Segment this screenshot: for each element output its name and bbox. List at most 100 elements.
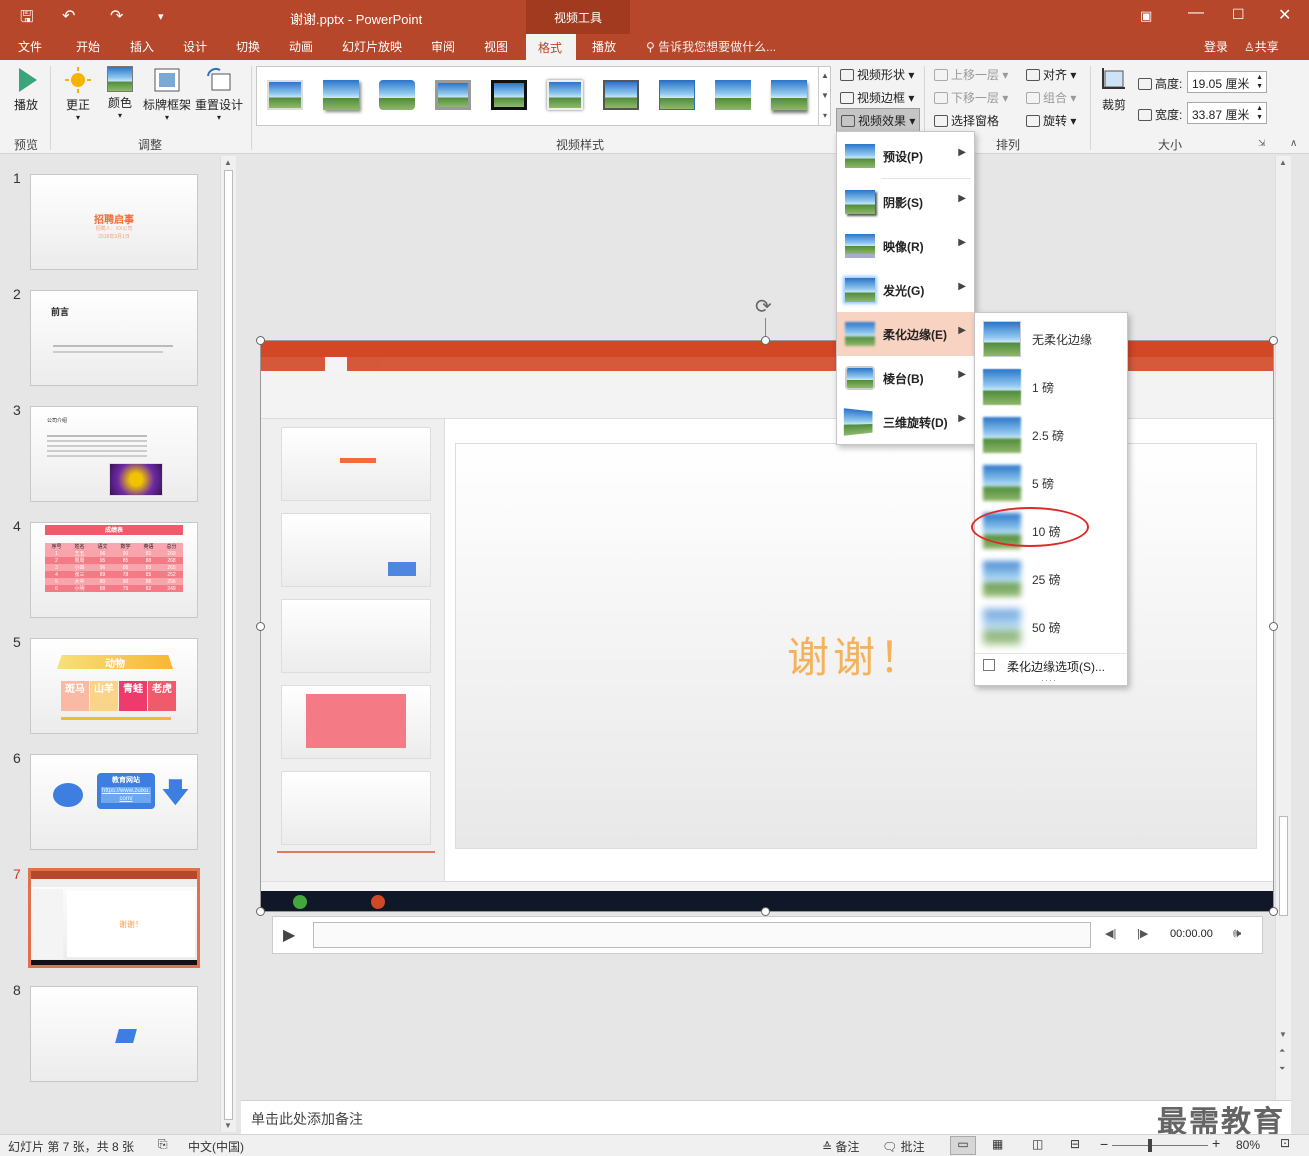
close-icon[interactable]: ✕ xyxy=(1278,5,1291,25)
zoom-slider-thumb[interactable] xyxy=(1148,1139,1152,1152)
volume-icon[interactable]: 🕪 xyxy=(1233,925,1241,941)
skip-forward-icon[interactable]: |▶ xyxy=(1137,927,1148,940)
effect-reflection[interactable]: 映像(R) ▶ xyxy=(837,224,974,268)
soft-edge-option-none[interactable]: 无柔化边缘 xyxy=(975,315,1127,363)
play-icon[interactable]: ▶ xyxy=(283,925,295,945)
effect-shadow[interactable]: 阴影(S) ▶ xyxy=(837,180,974,224)
video-style-option[interactable] xyxy=(543,76,587,114)
video-shape-button[interactable]: 视频形状 ▾ xyxy=(840,66,914,83)
rotate-handle-icon[interactable]: ⟳ xyxy=(755,294,772,319)
video-style-option[interactable] xyxy=(655,76,699,114)
corrections-button[interactable]: 更正 ▾ xyxy=(60,66,96,122)
soft-edge-options[interactable]: 柔化边缘选项(S)... xyxy=(981,657,1121,677)
slide-thumbnail-6[interactable]: 教育网站 https://www.zuixu.com/ 🡇 xyxy=(30,754,198,850)
menu-playback[interactable]: 播放 xyxy=(592,38,616,55)
soft-edge-option-10pt[interactable]: 10 磅 xyxy=(971,507,1127,555)
menu-home[interactable]: 开始 xyxy=(76,38,100,55)
collapse-ribbon-icon[interactable]: ∧ xyxy=(1290,138,1297,149)
save-icon[interactable]: 🖫 xyxy=(20,6,34,33)
soft-edge-option-1pt[interactable]: 1 磅 xyxy=(975,363,1127,411)
slide-thumbnail-7[interactable]: 谢谢！ xyxy=(28,868,200,968)
zoom-in-icon[interactable]: + xyxy=(1212,1135,1220,1151)
resize-handle[interactable] xyxy=(1269,336,1278,345)
slide-thumbnail-3[interactable]: 公司介绍 xyxy=(30,406,198,502)
soft-edge-option-2-5pt[interactable]: 2.5 磅 xyxy=(975,411,1127,459)
gallery-scroll[interactable]: ▲ ▼ ▾ xyxy=(818,66,831,126)
menu-file[interactable]: 文件 xyxy=(18,38,42,55)
zoom-slider[interactable] xyxy=(1112,1145,1208,1146)
resize-handle[interactable] xyxy=(256,907,265,916)
menu-slideshow[interactable]: 幻灯片放映 xyxy=(342,38,402,55)
video-style-option[interactable] xyxy=(487,76,531,114)
slide-thumbnail-1[interactable]: 招聘启事 招聘人：XX公司 2018年3月1日 xyxy=(30,174,198,270)
comments-toggle[interactable]: 🗨 批注 xyxy=(882,1138,925,1155)
login-link[interactable]: 登录 xyxy=(1204,38,1228,55)
prev-slide-icon[interactable]: ⏶ xyxy=(1279,1046,1285,1056)
menu-review[interactable]: 审阅 xyxy=(431,38,455,55)
rotate-button[interactable]: 旋转 ▾ xyxy=(1026,112,1076,129)
thumbnail-scrollbar[interactable]: ▲ ▼ xyxy=(220,156,236,1132)
poster-frame-button[interactable]: 标牌框架 ▾ xyxy=(142,66,192,122)
effect-bevel[interactable]: 棱台(B) ▶ xyxy=(837,356,974,400)
video-border-button[interactable]: 视频边框 ▾ xyxy=(840,89,914,106)
video-style-option[interactable] xyxy=(319,76,363,114)
video-style-option[interactable] xyxy=(599,76,643,114)
resize-handle[interactable] xyxy=(1269,622,1278,631)
notes-pane[interactable]: 单击此处添加备注 最需教育 xyxy=(241,1100,1291,1139)
scroll-up-icon[interactable]: ▲ xyxy=(1279,158,1287,167)
video-style-option[interactable] xyxy=(375,76,419,114)
customize-qat-icon[interactable]: ▾ xyxy=(158,10,164,23)
resize-handle[interactable] xyxy=(761,336,770,345)
slide-thumbnail-4[interactable]: 成绩表 序号 姓名 语文 数学 英语 总分 1 王五 96 90 81 269 2 周周 95 85 88 26… xyxy=(30,522,198,618)
maximize-icon[interactable]: ☐ xyxy=(1232,6,1245,23)
slide-thumbnail-5[interactable]: 动物 斑马 山羊 青蛙 老虎 xyxy=(30,638,198,734)
resize-grip-icon[interactable]: ···· xyxy=(1041,675,1057,685)
video-style-option[interactable] xyxy=(711,76,755,114)
effect-3d-rotation[interactable]: 三维旋转(D) ▶ xyxy=(837,400,974,444)
video-style-option[interactable] xyxy=(767,76,811,114)
reset-design-button[interactable]: 重置设计 ▾ xyxy=(194,66,244,122)
height-input[interactable]: 19.05 厘米 ▲ ▼ xyxy=(1187,71,1267,93)
send-backward-button[interactable]: 下移一层 ▾ xyxy=(934,89,1008,106)
menu-insert[interactable]: 插入 xyxy=(130,38,154,55)
crop-button[interactable]: 裁剪 xyxy=(1096,66,1132,113)
tab-format[interactable]: 格式 xyxy=(526,34,576,60)
scroll-down-icon[interactable]: ▼ xyxy=(1279,1030,1287,1039)
effect-glow[interactable]: 发光(G) ▶ xyxy=(837,268,974,312)
next-slide-icon[interactable]: ⏷ xyxy=(1279,1064,1285,1074)
zoom-level[interactable]: 80% xyxy=(1236,1138,1260,1152)
resize-handle[interactable] xyxy=(256,336,265,345)
video-style-option[interactable] xyxy=(263,76,307,114)
zoom-out-icon[interactable]: − xyxy=(1100,1136,1108,1152)
scroll-up-icon[interactable]: ▲ xyxy=(224,158,232,167)
color-button[interactable]: 颜色 ▾ xyxy=(102,66,138,120)
reading-view-icon[interactable]: ◫ xyxy=(1032,1137,1043,1151)
slide-sorter-icon[interactable]: ▦ xyxy=(992,1137,1003,1151)
ribbon-display-icon[interactable]: ▣ xyxy=(1140,8,1152,24)
media-timeline[interactable] xyxy=(313,922,1091,948)
selection-pane-button[interactable]: 选择窗格 xyxy=(934,112,999,129)
video-effects-button[interactable]: 视频效果 ▾ xyxy=(836,108,921,133)
slide-thumbnail-2[interactable]: 前言 xyxy=(30,290,198,386)
undo-icon[interactable]: ↶ xyxy=(62,6,75,26)
slideshow-view-icon[interactable]: ⊟ xyxy=(1070,1137,1080,1151)
resize-handle[interactable] xyxy=(1269,907,1278,916)
skip-back-icon[interactable]: ◀| xyxy=(1105,927,1116,940)
effect-soft-edges[interactable]: 柔化边缘(E) ▶ xyxy=(837,312,974,356)
notes-toggle[interactable]: ≙ 备注 xyxy=(822,1138,859,1155)
minimize-icon[interactable]: — xyxy=(1188,4,1204,22)
menu-transitions[interactable]: 切换 xyxy=(236,38,260,55)
effect-preset[interactable]: 预设(P) ▶ xyxy=(837,134,974,178)
size-dialog-launcher-icon[interactable]: ⇲ xyxy=(1258,138,1266,149)
tell-me-box[interactable]: ⚲ 告诉我您想要做什么... xyxy=(646,38,776,55)
share-button[interactable]: ♙共享 xyxy=(1244,38,1279,55)
video-style-option[interactable] xyxy=(431,76,475,114)
scroll-down-icon[interactable]: ▼ xyxy=(224,1121,232,1130)
soft-edge-option-25pt[interactable]: 25 磅 xyxy=(975,555,1127,603)
normal-view-icon[interactable]: ▭ xyxy=(950,1136,976,1155)
align-button[interactable]: 对齐 ▾ xyxy=(1026,66,1076,83)
scroll-thumb[interactable] xyxy=(1279,816,1288,916)
menu-design[interactable]: 设计 xyxy=(183,38,207,55)
slide-thumbnail-8[interactable] xyxy=(30,986,198,1082)
redo-icon[interactable]: ↷ xyxy=(110,6,123,26)
